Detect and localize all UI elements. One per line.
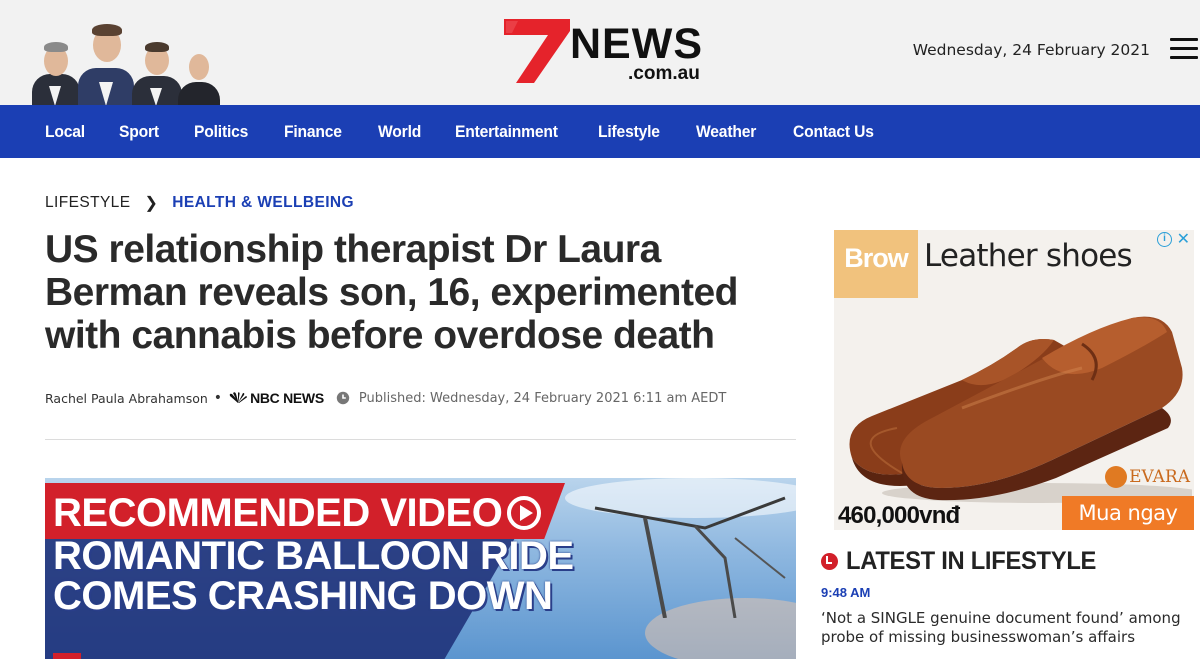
recommended-video-player[interactable]: RECOMMENDED VIDEO ROMANTIC BALLOON RIDE … bbox=[45, 478, 796, 659]
breadcrumb-health-wellbeing[interactable]: HEALTH & WELLBEING bbox=[172, 194, 354, 212]
ad-maker-name: EVARA bbox=[1129, 467, 1190, 487]
main-nav: Local Sport Politics Finance World Enter… bbox=[0, 105, 1200, 158]
nav-item-contact-us[interactable]: Contact Us bbox=[793, 122, 874, 142]
nav-item-world[interactable]: World bbox=[378, 122, 421, 142]
ad-close-icon[interactable]: ✕ bbox=[1177, 230, 1190, 248]
clock-icon bbox=[821, 553, 838, 570]
nav-item-sport[interactable]: Sport bbox=[119, 122, 159, 142]
ad-info-icon[interactable]: i bbox=[1157, 232, 1172, 247]
source-logo: NBC NEWS bbox=[228, 390, 324, 406]
published-date: Published: Wednesday, 24 February 2021 6… bbox=[358, 390, 727, 406]
breadcrumb-lifestyle[interactable]: LIFESTYLE bbox=[45, 194, 130, 212]
clock-icon bbox=[336, 391, 350, 405]
nav-item-local[interactable]: Local bbox=[45, 122, 85, 142]
nav-item-entertainment[interactable]: Entertainment bbox=[455, 122, 558, 142]
breadcrumb: LIFESTYLE ❯ HEALTH & WELLBEING bbox=[45, 193, 354, 213]
hamburger-menu-icon[interactable] bbox=[1170, 38, 1198, 62]
author-name[interactable]: Rachel Paula Abrahamson bbox=[45, 391, 208, 406]
7news-logo[interactable]: NEWS .com.au bbox=[504, 17, 734, 87]
latest-lifestyle-heading: LATEST IN LIFESTYLE bbox=[821, 547, 1109, 576]
ad-title: Leather shoes bbox=[924, 238, 1133, 274]
logo-news-text: NEWS bbox=[570, 20, 703, 68]
nbc-peacock-icon bbox=[229, 392, 248, 403]
article-headline: US relationship therapist Dr Laura Berma… bbox=[45, 228, 739, 357]
play-icon[interactable] bbox=[507, 496, 541, 530]
presenters-image bbox=[30, 20, 225, 106]
seven-logo-icon bbox=[504, 19, 570, 83]
nav-item-weather[interactable]: Weather bbox=[696, 122, 756, 142]
article-byline: Rachel Paula Abrahamson • NBC NEWS Publi… bbox=[45, 390, 726, 406]
site-header: NEWS .com.au Wednesday, 24 February 2021 bbox=[0, 0, 1200, 106]
logo-domain-text: .com.au bbox=[628, 63, 700, 84]
recommended-video-label: RECOMMENDED VIDEO bbox=[53, 491, 503, 535]
latest-item-headline[interactable]: ‘Not a SINGLE genuine document found’ am… bbox=[821, 609, 1191, 647]
byline-separator: • bbox=[213, 390, 223, 406]
recommended-video-banner: RECOMMENDED VIDEO bbox=[45, 483, 565, 539]
source-name: NBC NEWS bbox=[250, 390, 324, 406]
nav-item-lifestyle[interactable]: Lifestyle bbox=[598, 122, 660, 142]
advertisement[interactable]: Brow Leather shoes i ✕ EVARA 460,000vnđ … bbox=[834, 230, 1194, 530]
latest-item-time: 9:48 AM bbox=[821, 585, 871, 600]
ad-buy-button[interactable]: Mua ngay bbox=[1062, 496, 1194, 530]
ad-maker-logo: EVARA bbox=[1105, 466, 1190, 488]
nav-item-politics[interactable]: Politics bbox=[194, 122, 248, 142]
evara-logo-icon bbox=[1105, 466, 1128, 488]
video-title: ROMANTIC BALLOON RIDE COMES CRASHING DOW… bbox=[53, 534, 574, 618]
ad-price: 460,000vnđ bbox=[838, 502, 960, 529]
nav-item-finance[interactable]: Finance bbox=[284, 122, 342, 142]
divider bbox=[45, 439, 796, 440]
header-date: Wednesday, 24 February 2021 bbox=[912, 41, 1150, 59]
chevron-right-icon: ❯ bbox=[144, 195, 159, 212]
latest-title: LATEST IN LIFESTYLE bbox=[846, 547, 1097, 575]
